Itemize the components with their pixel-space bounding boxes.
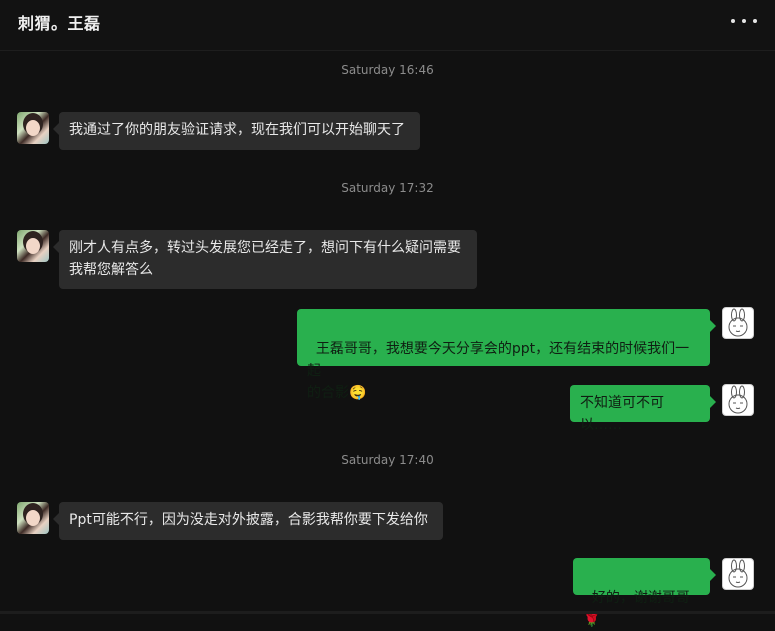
timestamp: Saturday 17:40 xyxy=(341,453,434,467)
rabbit-avatar-icon xyxy=(728,308,748,337)
message-bubble-outgoing: 王磊哥哥，我想要今天分享会的ppt，还有结束的时候我们一起 的合影🤤 xyxy=(297,309,716,401)
rabbit-avatar-icon xyxy=(728,559,748,588)
message-bubble-outgoing: 不知道可不可以…… xyxy=(570,385,716,433)
timestamp: Saturday 16:46 xyxy=(341,63,434,77)
friend-avatar[interactable] xyxy=(17,502,49,534)
more-dots-icon[interactable] xyxy=(731,10,757,32)
message-text: 好的，谢谢哥哥 xyxy=(591,590,690,606)
message-bubble-outgoing: 好的，谢谢哥哥🌹 xyxy=(573,558,716,628)
message-bubble-incoming: 我通过了你的朋友验证请求，现在我们可以开始聊天了 xyxy=(53,112,420,150)
friend-avatar[interactable] xyxy=(17,112,49,144)
my-avatar[interactable] xyxy=(722,307,754,339)
my-avatar[interactable] xyxy=(722,558,754,590)
chat-header: 刺猬。王磊 xyxy=(0,0,775,51)
message-bubble-incoming: 刚才人有点多，转过头发展您已经走了，想问下有什么疑问需要 我帮您解答么 xyxy=(53,230,477,289)
friend-avatar[interactable] xyxy=(17,230,49,262)
my-avatar[interactable] xyxy=(722,384,754,416)
rabbit-avatar-icon xyxy=(728,385,748,414)
drooling-face-icon: 🤤 xyxy=(349,385,367,401)
message-bubble-incoming: Ppt可能不行，因为没走对外披露，合影我帮你要下发给你 xyxy=(53,502,443,540)
timestamp: Saturday 17:32 xyxy=(341,181,434,195)
chat-title: 刺猬。王磊 xyxy=(18,14,101,33)
